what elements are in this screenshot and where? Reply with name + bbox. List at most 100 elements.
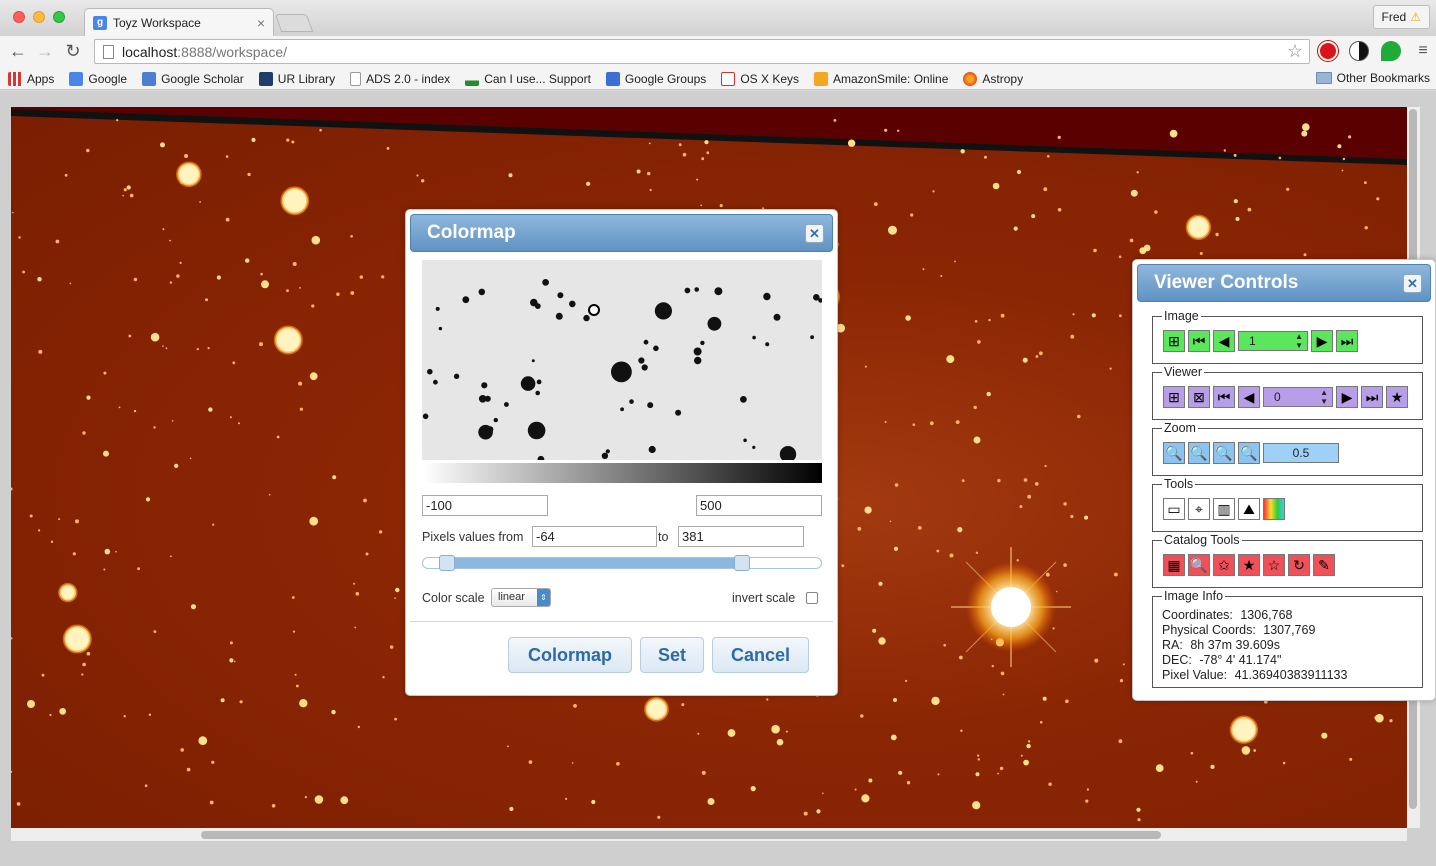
- frame-star-icon[interactable]: ★: [1386, 386, 1408, 408]
- first-image-icon[interactable]: ⏮: [1188, 330, 1210, 352]
- star: [960, 729, 963, 732]
- pixels-to-input[interactable]: 381: [678, 526, 804, 547]
- star: [1055, 590, 1058, 593]
- invert-scale-checkbox[interactable]: [806, 592, 818, 604]
- menu-icon[interactable]: ≡: [1412, 40, 1434, 62]
- set-button[interactable]: Set: [640, 637, 704, 673]
- viewer-controls-header[interactable]: Viewer Controls ✕: [1137, 264, 1431, 302]
- bookmark-astropy[interactable]: Astropy: [963, 71, 1024, 86]
- browser-tab[interactable]: g Toyz Workspace ×: [84, 8, 274, 36]
- next-image-icon[interactable]: ▶: [1311, 330, 1333, 352]
- star: [816, 809, 821, 814]
- last-frame-icon[interactable]: ⏭: [1361, 386, 1383, 408]
- bookmark-caniuse[interactable]: Can I use... Support: [465, 71, 591, 86]
- bookmark-label: Apps: [27, 71, 55, 86]
- bookmark-google-scholar[interactable]: Google Scholar: [142, 71, 244, 86]
- close-tab-icon[interactable]: ×: [257, 15, 265, 31]
- previous-image-icon[interactable]: ◀: [1213, 330, 1235, 352]
- forward-icon[interactable]: →: [34, 40, 56, 62]
- viewer-index-select[interactable]: 0 ▲ ▼: [1263, 387, 1333, 407]
- histogram-icon[interactable]: ▥: [1213, 498, 1235, 520]
- zoom-in-icon[interactable]: 🔍: [1188, 442, 1210, 464]
- star: [1000, 671, 1005, 676]
- catalog-map-icon[interactable]: ▦: [1163, 554, 1185, 576]
- bookmark-apps[interactable]: Apps: [8, 71, 55, 86]
- crosshair-icon[interactable]: ⌖: [1188, 498, 1210, 520]
- adblock-icon[interactable]: [1318, 41, 1338, 61]
- next-frame-icon[interactable]: ▶: [1336, 386, 1358, 408]
- catalog-edit-icon[interactable]: ✎: [1313, 554, 1335, 576]
- pixel-range-slider[interactable]: [422, 555, 822, 571]
- bookmark-ur-library[interactable]: UR Library: [258, 71, 335, 86]
- colormap-icon[interactable]: [1263, 498, 1285, 520]
- reload-icon[interactable]: ↻: [62, 40, 84, 62]
- catalog-search-icon[interactable]: 🔍: [1188, 554, 1210, 576]
- rectangle-select-icon[interactable]: ▭: [1163, 498, 1185, 520]
- profile-button[interactable]: Fred ⚠: [1372, 5, 1430, 29]
- surface-plot-icon[interactable]: ⛰: [1238, 498, 1260, 520]
- star: [682, 152, 687, 157]
- zoom-value-input[interactable]: 0.5: [1263, 443, 1339, 463]
- catalog-star-outline-icon[interactable]: ☆: [1263, 554, 1285, 576]
- close-icon[interactable]: ✕: [805, 224, 824, 243]
- address-bar[interactable]: localhost:8888/workspace/ ☆: [94, 39, 1310, 64]
- contrast-icon[interactable]: [1349, 41, 1369, 61]
- catalog-refresh-icon[interactable]: ↻: [1288, 554, 1310, 576]
- add-frame-icon[interactable]: ⊞: [1163, 386, 1185, 408]
- back-icon[interactable]: ←: [7, 40, 29, 62]
- star: [1026, 743, 1031, 749]
- bookmark-ads[interactable]: ADS 2.0 - index: [350, 71, 450, 86]
- slider-low-handle[interactable]: [438, 555, 455, 571]
- star: [103, 371, 107, 375]
- close-window-button[interactable]: [13, 11, 25, 23]
- colormap-dialog-header[interactable]: Colormap ✕: [410, 214, 833, 252]
- first-frame-icon[interactable]: ⏮: [1213, 386, 1235, 408]
- star: [1057, 135, 1061, 139]
- colormap-button[interactable]: Colormap: [508, 637, 632, 673]
- dec-label: DEC:: [1162, 653, 1192, 667]
- catalog-add-star-icon[interactable]: ✩: [1213, 554, 1235, 576]
- star: [296, 684, 299, 688]
- min-value-input[interactable]: -100: [422, 495, 548, 516]
- bookmark-amazonsmile[interactable]: AmazonSmile: Online: [814, 71, 948, 86]
- maximize-window-button[interactable]: [53, 11, 65, 23]
- new-tab-button[interactable]: [274, 14, 314, 32]
- remove-frame-icon[interactable]: ⊠: [1188, 386, 1210, 408]
- zoom-out-icon[interactable]: 🔍: [1163, 442, 1185, 464]
- image-index-select[interactable]: 1 ▲ ▼: [1238, 331, 1308, 351]
- add-image-icon[interactable]: ⊞: [1163, 330, 1185, 352]
- star: [314, 795, 324, 804]
- close-icon[interactable]: ✕: [1403, 274, 1422, 293]
- star: [11, 637, 13, 640]
- zoom-fit-icon[interactable]: 🔍: [1213, 442, 1235, 464]
- star: [268, 493, 271, 496]
- star: [884, 128, 888, 132]
- star: [220, 698, 225, 703]
- chevron-updown-icon: ⇕: [537, 589, 550, 606]
- warning-icon: ⚠: [1410, 10, 1421, 24]
- max-value-input[interactable]: 500: [696, 495, 822, 516]
- bookmark-label: Astropy: [982, 71, 1024, 86]
- bookmark-google[interactable]: Google: [69, 71, 127, 86]
- star: [11, 487, 13, 491]
- horizontal-scrollbar[interactable]: [11, 828, 1407, 841]
- evernote-icon[interactable]: [1381, 41, 1401, 61]
- pixels-from-input[interactable]: -64: [532, 526, 657, 547]
- other-bookmarks[interactable]: Other Bookmarks: [1315, 71, 1430, 85]
- star: [22, 270, 25, 274]
- star: [1282, 761, 1286, 765]
- bookmark-google-groups[interactable]: Google Groups: [605, 71, 706, 86]
- color-scale-select[interactable]: linear ⇕: [491, 588, 551, 607]
- bookmark-star-icon[interactable]: ☆: [1287, 41, 1303, 62]
- star: [872, 628, 877, 633]
- scroll-thumb[interactable]: [201, 831, 1161, 839]
- previous-frame-icon[interactable]: ◀: [1238, 386, 1260, 408]
- last-image-icon[interactable]: ⏭: [1336, 330, 1358, 352]
- slider-high-handle[interactable]: [734, 555, 751, 571]
- bookmark-osx-keys[interactable]: OS X Keys: [721, 71, 799, 86]
- cancel-button[interactable]: Cancel: [712, 637, 809, 673]
- zoom-100-icon[interactable]: 🔍: [1238, 442, 1260, 464]
- minimize-window-button[interactable]: [33, 11, 45, 23]
- star: [189, 457, 192, 460]
- catalog-star-filled-icon[interactable]: ★: [1238, 554, 1260, 576]
